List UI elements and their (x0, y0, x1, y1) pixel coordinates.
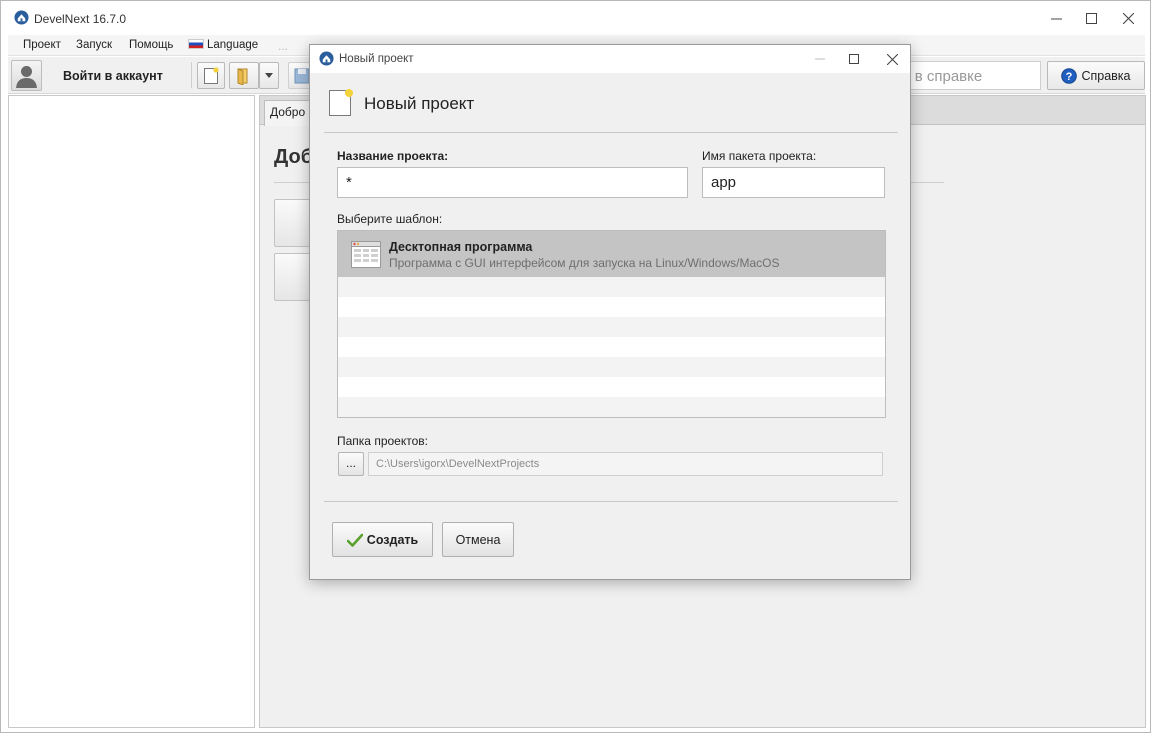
minimize-icon (1050, 18, 1062, 19)
template-description: Программа с GUI интерфейсом для запуска … (389, 256, 780, 270)
help-search-placeholder: к в справке (904, 68, 983, 85)
project-name-input[interactable] (337, 167, 688, 198)
menu-run[interactable]: Запуск (76, 39, 112, 51)
maximize-icon (1085, 12, 1097, 24)
dropdown-arrow-icon (265, 73, 273, 78)
new-project-button[interactable] (197, 62, 225, 89)
maximize-button[interactable] (1076, 7, 1106, 29)
close-icon (1122, 12, 1134, 24)
template-title: Десктопная программа (389, 240, 533, 254)
package-name-input[interactable] (702, 167, 885, 198)
menu-help[interactable]: Помощь (129, 39, 173, 51)
package-name-label: Имя пакета проекта: (702, 149, 817, 163)
dialog-close-button[interactable] (878, 48, 906, 70)
main-titlebar: DevelNext 16.7.0 (1, 1, 1150, 34)
maximize-icon (849, 54, 859, 64)
close-icon (886, 53, 898, 65)
menu-language[interactable]: Language (188, 39, 258, 51)
checkmark-icon (346, 533, 363, 547)
projects-folder-path[interactable] (368, 452, 883, 476)
cancel-button-label: Отмена (455, 532, 501, 547)
project-name-label: Название проекта: (337, 149, 449, 163)
projects-folder-label: Папка проектов: (337, 434, 428, 448)
help-button[interactable]: ? Справка (1047, 61, 1145, 90)
dialog-top-divider (324, 132, 898, 133)
dialog-minimize-button[interactable] (806, 48, 834, 70)
save-icon (294, 68, 310, 83)
new-project-dialog: Новый проект Новый проект Название проек… (309, 44, 911, 580)
app-logo-icon (319, 51, 334, 66)
list-stripe (338, 277, 885, 297)
project-tree-panel[interactable] (8, 95, 255, 728)
open-project-dropdown[interactable] (259, 62, 279, 89)
minimize-icon (815, 58, 825, 60)
dialog-bottom-divider (324, 501, 898, 502)
desktop-app-icon (351, 241, 381, 268)
open-folder-icon (237, 67, 248, 85)
cancel-button[interactable]: Отмена (442, 522, 514, 557)
dialog-maximize-button[interactable] (840, 48, 868, 70)
menu-overflow: ... (278, 39, 289, 53)
template-item-desktop[interactable]: Десктопная программа Программа с GUI инт… (338, 231, 885, 277)
help-icon: ? (1061, 67, 1078, 84)
new-file-icon (204, 66, 219, 84)
menu-project[interactable]: Проект (23, 39, 61, 51)
list-stripe (338, 397, 885, 417)
toolbar-separator (191, 62, 192, 88)
dialog-window-title: Новый проект (339, 53, 414, 65)
list-stripe (338, 357, 885, 377)
language-label: Language (207, 39, 259, 51)
login-button[interactable]: Войти в аккаунт (63, 69, 163, 83)
user-avatar-icon (16, 66, 37, 88)
create-button-label: Создать (366, 532, 419, 547)
template-label: Выберите шаблон: (337, 212, 443, 226)
svg-text:?: ? (1066, 71, 1073, 83)
close-button[interactable] (1113, 7, 1143, 29)
russian-flag-icon (188, 39, 204, 49)
dialog-heading: Новый проект (364, 94, 475, 113)
user-avatar[interactable] (11, 60, 42, 91)
app-title: DevelNext 16.7.0 (34, 12, 127, 26)
browse-folder-button[interactable]: ... (338, 452, 364, 476)
new-project-icon (329, 89, 353, 116)
welcome-heading: Добро (274, 146, 314, 168)
help-button-label: Справка (1081, 68, 1131, 83)
minimize-button[interactable] (1041, 7, 1071, 29)
create-button[interactable]: Создать (332, 522, 433, 557)
app-logo-icon (14, 10, 29, 25)
dialog-titlebar: Новый проект (310, 45, 910, 73)
open-project-button[interactable] (229, 62, 259, 89)
list-stripe (338, 317, 885, 337)
template-list[interactable]: Десктопная программа Программа с GUI инт… (337, 230, 886, 418)
